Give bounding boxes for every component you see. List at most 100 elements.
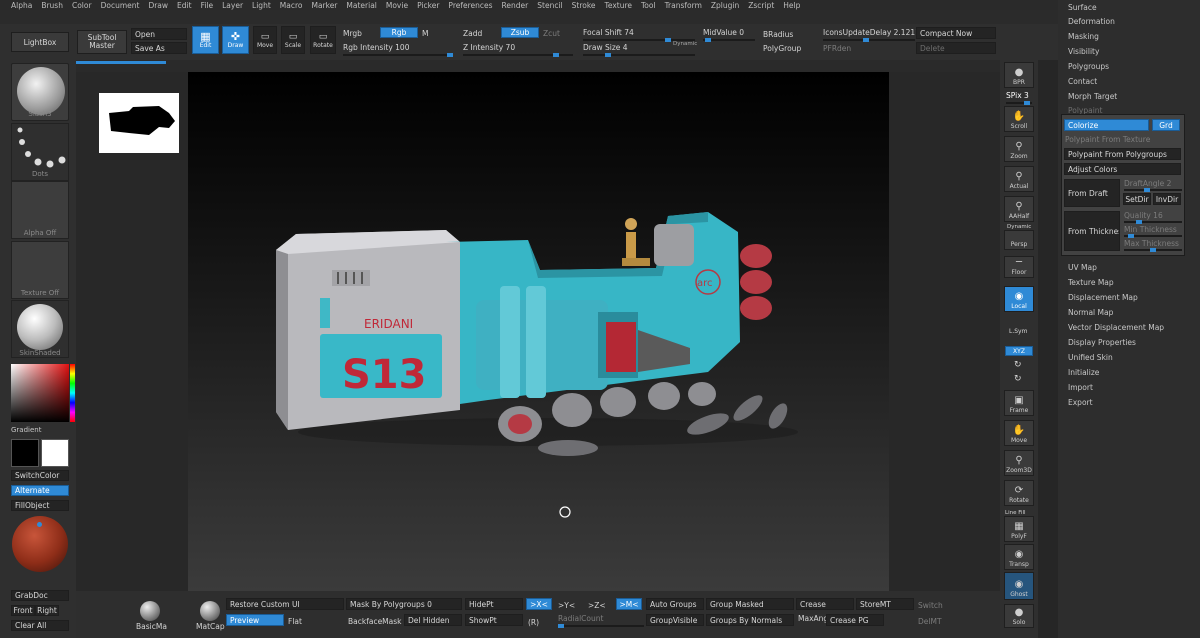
palette-item[interactable]: Texture Map [1068, 278, 1114, 287]
switch-color-button[interactable]: SwitchColor [11, 470, 69, 481]
grd-button[interactable]: Grd [1152, 119, 1180, 131]
menu-item-macro[interactable]: Macro [280, 1, 303, 10]
del-mt-button[interactable]: DelMT [918, 617, 942, 626]
save-as-button[interactable]: Save As [131, 42, 187, 54]
backface-mask-toggle[interactable]: BackfaceMask [348, 617, 402, 626]
menu-item-render[interactable]: Render [502, 1, 529, 10]
quality-slider[interactable]: Quality 16 [1124, 211, 1163, 220]
x-symmetry-toggle[interactable]: >X< [526, 598, 552, 610]
max-thickness-slider[interactable]: Max Thickness [1124, 239, 1179, 248]
compact-now-button[interactable]: Compact Now [916, 27, 996, 39]
main-color-swatch[interactable] [11, 439, 39, 467]
lightbox-button[interactable]: LightBox [11, 32, 69, 52]
basic-material-icon[interactable] [140, 601, 160, 621]
color-picker[interactable] [11, 364, 69, 422]
canvas-viewport[interactable]: S13 ERIDANI arc [188, 72, 889, 591]
menu-item-zscript[interactable]: Zscript [748, 1, 774, 10]
store-mt-button[interactable]: StoreMT [856, 598, 914, 610]
persp-button[interactable]: Persp [1004, 230, 1034, 250]
z-symmetry-toggle[interactable]: >Z< [588, 601, 606, 610]
draft-angle-slider[interactable]: DraftAngle 2 [1124, 179, 1171, 188]
del-hidden-button[interactable]: Del Hidden [404, 614, 462, 626]
scroll-button[interactable]: ✋ Scroll [1004, 106, 1034, 132]
secondary-color-swatch[interactable] [41, 439, 69, 467]
group-masked-button[interactable]: Group Masked [706, 598, 794, 610]
palette-item[interactable]: Polygroups [1068, 62, 1109, 71]
bpr-button[interactable]: ● BPR [1004, 62, 1034, 88]
icons-update-delay-slider[interactable]: IconsUpdateDelay 2.12113 [823, 28, 925, 37]
fill-object-button[interactable]: FillObject [11, 500, 69, 511]
zcut-toggle[interactable]: Zcut [543, 29, 560, 38]
palette-item[interactable]: UV Map [1068, 263, 1097, 272]
palette-item[interactable]: Display Properties [1068, 338, 1136, 347]
frame-button[interactable]: ▣ Frame [1004, 390, 1034, 416]
move-view-button[interactable]: ✋ Move [1004, 420, 1034, 446]
palette-item[interactable]: Contact [1068, 77, 1097, 86]
menu-item-layer[interactable]: Layer [222, 1, 243, 10]
auto-groups-button[interactable]: Auto Groups [646, 598, 704, 610]
menu-item-edit[interactable]: Edit [177, 1, 192, 10]
local-button[interactable]: ◉ Local [1004, 286, 1034, 312]
open-button[interactable]: Open [131, 28, 187, 40]
zoom3d-button[interactable]: ⚲ Zoom3D [1004, 450, 1034, 476]
menu-item-movie[interactable]: Movie [386, 1, 408, 10]
focal-shift-slider[interactable]: Focal Shift 74 [583, 28, 634, 37]
rgb-toggle[interactable]: Rgb [380, 27, 418, 38]
move-button[interactable]: ▭ Move [253, 26, 277, 54]
rgb-intensity-slider[interactable]: Rgb Intensity 100 [343, 43, 409, 52]
menu-item-stencil[interactable]: Stencil [537, 1, 562, 10]
adjust-colors-button[interactable]: Adjust Colors [1064, 163, 1181, 175]
ghost-button[interactable]: ◉ Ghost [1004, 572, 1034, 600]
front-view-button[interactable]: Front [11, 605, 35, 616]
crease-button[interactable]: Crease [796, 598, 854, 610]
inv-dir-button[interactable]: InvDir [1153, 193, 1181, 205]
grab-doc-button[interactable]: GrabDoc [11, 590, 69, 601]
mask-by-polygroups-slider[interactable]: Mask By Polygroups 0 [346, 598, 462, 610]
transp-button[interactable]: ◉ Transp [1004, 544, 1034, 570]
menu-item-light[interactable]: Light [252, 1, 271, 10]
palette-item[interactable]: Deformation [1068, 17, 1115, 26]
menu-item-help[interactable]: Help [783, 1, 800, 10]
set-dir-button[interactable]: SetDir [1123, 193, 1151, 205]
zadd-toggle[interactable]: Zadd [463, 29, 482, 38]
mid-value-slider[interactable]: MidValue 0 [703, 28, 744, 37]
hue-slider[interactable] [70, 364, 75, 422]
menu-item-brush[interactable]: Brush [41, 1, 63, 10]
menu-item-stroke[interactable]: Stroke [572, 1, 596, 10]
navigator-thumbnail[interactable] [99, 93, 179, 153]
lsym-toggle[interactable]: L.Sym [1009, 328, 1027, 335]
palette-item[interactable]: Initialize [1068, 368, 1099, 377]
polypaint-from-polygroups-button[interactable]: Polypaint From Polygroups [1064, 148, 1181, 160]
polypaint-from-texture-button[interactable]: Polypaint From Texture [1065, 135, 1150, 144]
draw-button[interactable]: ✜ Draw [222, 26, 249, 54]
z-intensity-slider[interactable]: Z Intensity 70 [463, 43, 515, 52]
radial-count-slider[interactable]: RadialCount [558, 614, 603, 623]
from-draft-button[interactable]: From Draft [1064, 179, 1120, 207]
palette-item[interactable]: Import [1068, 383, 1093, 392]
menu-item-material[interactable]: Material [346, 1, 376, 10]
clear-all-button[interactable]: Clear All [11, 620, 69, 631]
rotate-view-button[interactable]: ⟳ Rotate [1004, 480, 1034, 506]
radial-toggle[interactable]: (R) [528, 618, 539, 627]
matcap-icon[interactable] [200, 601, 220, 621]
menu-item-alpha[interactable]: Alpha [11, 1, 32, 10]
right-view-button[interactable]: Right [35, 605, 59, 616]
zsub-toggle[interactable]: Zsub [501, 27, 539, 38]
scale-button[interactable]: ▭ Scale [281, 26, 305, 54]
palette-item[interactable]: Vector Displacement Map [1068, 323, 1164, 332]
actual-button[interactable]: ⚲ Actual [1004, 166, 1034, 192]
subtool-master-button[interactable]: SubTool Master [77, 30, 127, 54]
menu-item-color[interactable]: Color [72, 1, 92, 10]
polygroup-toggle[interactable]: PolyGroup [763, 44, 801, 53]
menu-item-document[interactable]: Document [101, 1, 140, 10]
palette-item[interactable]: Displacement Map [1068, 293, 1138, 302]
draw-size-slider[interactable]: Draw Size 4 [583, 43, 628, 52]
palette-item[interactable]: Unified Skin [1068, 353, 1113, 362]
dynamic-size-toggle[interactable]: Dynamic [673, 41, 697, 47]
edit-button[interactable]: ▦ Edit [192, 26, 219, 54]
aahalf-button[interactable]: ⚲ AAHalf [1004, 196, 1034, 222]
palette-item[interactable]: Surface [1068, 3, 1097, 12]
rotate-y-icon[interactable]: ↻ [1014, 360, 1022, 370]
flat-toggle[interactable]: Flat [288, 617, 302, 626]
mrgb-toggle[interactable]: Mrgb [343, 29, 362, 38]
